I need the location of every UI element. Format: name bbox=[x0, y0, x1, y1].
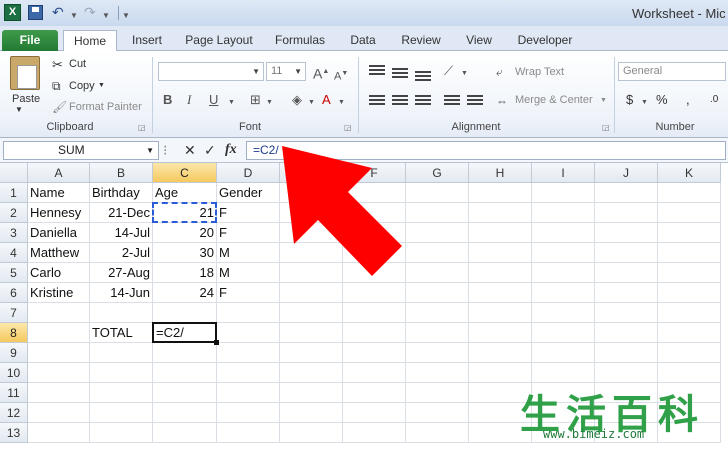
red-arrow-icon bbox=[282, 146, 402, 276]
watermark-url: www.bimeiz.com bbox=[543, 427, 645, 441]
